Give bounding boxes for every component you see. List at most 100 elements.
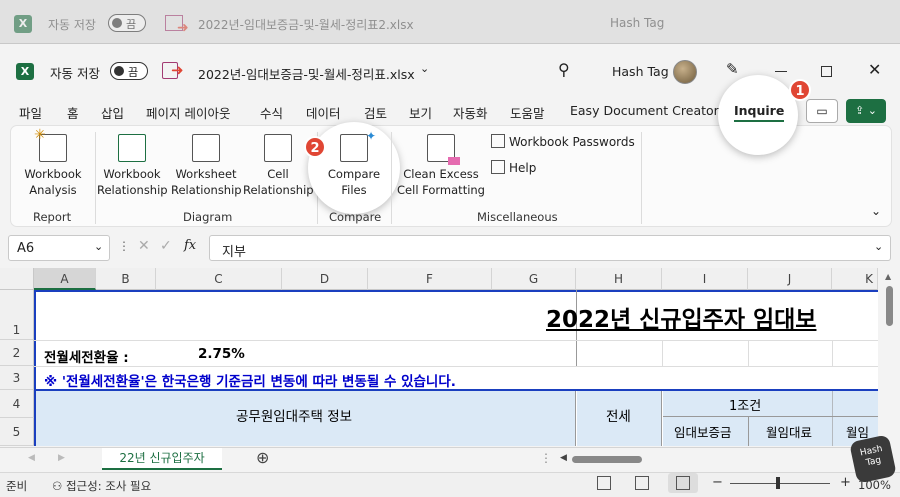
ghost-autosave-label: 자동 저장 [48,18,96,32]
close-icon[interactable]: ✕ [868,60,881,79]
rate-value: 2.75% [198,346,245,362]
gridline [34,366,878,367]
column-header[interactable]: K [832,268,878,290]
minimize-icon[interactable] [775,71,787,72]
pen-icon[interactable]: ✎ [726,60,739,78]
row-header[interactable]: 3 [0,366,34,390]
file-name[interactable]: 2022년-임대보증금-및-월세-정리표.xlsx [198,64,415,83]
formula-input[interactable]: 지부 [209,235,891,261]
workbook-relationship-button[interactable]: Workbook Relationship [97,134,168,198]
watermark-logo: Hash Tag [849,434,897,484]
column-header[interactable]: H [576,268,662,290]
workbook-analysis-button[interactable]: ✳ Workbook Analysis [15,127,91,198]
cell-relationship-button[interactable]: Cell Relationship [243,134,314,198]
tab-view[interactable]: 보기 [409,103,432,122]
namebox-chevron-icon[interactable]: ⌄ [94,240,103,253]
expand-formula-icon[interactable]: ⌄ [874,240,883,253]
insert-function-icon[interactable]: fx [184,238,196,253]
tab-formulas[interactable]: 수식 [260,103,283,122]
cancel-icon[interactable]: ✕ [138,238,150,254]
row-header[interactable]: 5 [0,418,34,446]
zoom-out-icon[interactable]: − [712,475,723,490]
help-icon [491,160,505,174]
worksheet-relationship-button[interactable]: Worksheet Relationship [171,134,242,198]
column-header[interactable]: J [748,268,832,290]
group-miscellaneous-label: Miscellaneous [477,210,558,224]
select-all-corner[interactable] [0,268,34,290]
row-header[interactable]: 4 [0,390,34,418]
tab-inquire[interactable]: Inquire [734,103,785,122]
zoom-slider-thumb[interactable] [776,477,780,489]
compare-files-button[interactable]: ✦ Compare Files [319,129,389,198]
column-header[interactable]: F [368,268,492,290]
divider [641,132,642,224]
avatar[interactable] [673,60,697,84]
page-layout-view-icon[interactable] [635,476,649,490]
column-header[interactable]: I [662,268,748,290]
status-ready: 준비 [6,479,28,493]
scroll-left-icon[interactable]: ◀ [560,453,567,463]
chevron-down-icon[interactable]: ⌄ [420,62,429,75]
share-button[interactable]: ⇪ ⌄ [846,99,886,123]
cell-relationship-icon [264,134,292,162]
page-break-view-icon[interactable] [668,473,698,493]
sheet-title: 2022년 신규입주자 임대보 [546,307,817,333]
note-text: ※ '전월세전환율'은 한국은행 기준금리 변동에 따라 변동될 수 있습니다. [44,374,456,390]
comments-button[interactable]: ▭ [806,99,838,123]
help-button[interactable]: Help [491,160,536,175]
workbook-relationship-icon [118,134,146,162]
gridline [662,340,663,366]
step-badge-2: 2 [304,136,326,158]
column-header[interactable]: C [156,268,282,290]
gridline [34,340,878,341]
workbook-passwords-button[interactable]: Workbook Passwords [491,134,635,149]
scroll-up-icon[interactable]: ▲ [885,272,891,281]
formula-bar: A6 ⌄ ⋮ ✕ ✓ fx 지부 ⌄ [0,230,900,266]
arrow-icon: ➜ [177,20,189,36]
group-report-label: Report [33,210,72,224]
spreadsheet-grid[interactable]: A B C D F G H I J K 1 2 3 4 5 2022년 신규입주… [0,268,878,446]
gridline [832,340,833,366]
autosave-label: 자동 저장 [50,66,100,81]
tab-help[interactable]: 도움말 [510,103,545,122]
zoom-in-icon[interactable]: + [840,475,851,490]
sheet-tab-bar: ◀ ▶ 22년 신규입주자 ⊕ ⋮ ◀ [0,447,878,472]
autosave-toggle[interactable]: 끔 [110,62,148,80]
normal-view-icon[interactable] [597,476,611,490]
user-name[interactable]: Hash Tag [612,64,669,79]
tab-review[interactable]: 검토 [364,103,387,122]
gridline [748,416,749,446]
column-header[interactable]: A [34,268,96,290]
row-header[interactable]: 1 [0,290,34,340]
scroll-thumb[interactable] [886,286,893,326]
more-icon[interactable]: ⋮ [540,451,552,465]
tab-automate[interactable]: 자동화 [453,103,488,122]
collapse-ribbon-icon[interactable]: ⌄ [871,204,881,218]
tab-easy-document-creator[interactable]: Easy Document Creator [570,103,719,118]
accessibility-status[interactable]: ⚇ 접근성: 조사 필요 [52,478,151,494]
column-header[interactable]: G [492,268,576,290]
accessibility-icon: ⚇ [52,479,66,493]
tab-insert[interactable]: 삽입 [101,103,124,122]
prev-sheet-icon[interactable]: ◀ [28,453,35,463]
zoom-slider[interactable] [730,483,830,484]
gridline [748,340,749,366]
tab-data[interactable]: 데이터 [306,103,341,122]
enter-icon[interactable]: ✓ [160,238,172,254]
column-header[interactable]: D [282,268,368,290]
row-header[interactable]: 2 [0,340,34,366]
search-icon[interactable]: ⚲ [558,60,570,79]
tab-page-layout[interactable]: 페이지 레이아웃 [146,103,230,122]
column-header[interactable]: B [96,268,156,290]
tab-home[interactable]: 홈 [67,103,79,122]
clean-excess-cell-formatting-button[interactable]: Clean Excess Cell Formatting [395,134,487,198]
excel-logo-icon: X [16,63,34,80]
more-icon[interactable]: ⋮ [118,239,130,253]
horizontal-scroll-thumb[interactable] [572,456,642,463]
tab-file[interactable]: 파일 [19,103,42,122]
sheet-tab[interactable]: 22년 신규입주자 [102,448,222,470]
add-sheet-icon[interactable]: ⊕ [256,448,269,467]
next-sheet-icon[interactable]: ▶ [58,453,65,463]
ghost-filename: 2022년-임대보증금-및-월세-정리표2.xlsx [198,18,414,32]
maximize-icon[interactable] [821,66,832,77]
